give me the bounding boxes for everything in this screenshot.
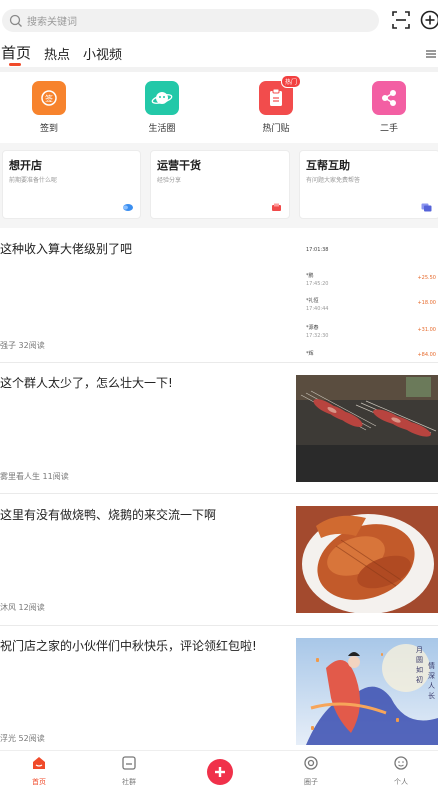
bubble-icon — [123, 204, 133, 211]
ledger-name: *源春 — [306, 325, 319, 331]
profile-icon — [394, 756, 408, 770]
svg-text:圆: 圆 — [416, 656, 423, 664]
ledger-name: *礼恒 — [306, 298, 319, 304]
post-meta: 强子 32阅读 — [0, 341, 45, 350]
search-bar[interactable]: 搜索关键词 — [2, 9, 379, 32]
card-title: 想开店 — [9, 159, 42, 172]
ledger-time: 17:01:38 — [306, 247, 329, 253]
svg-text:深: 深 — [428, 671, 435, 680]
feed-post[interactable]: 这里有没有做烧鸭、烧鹅的来交流一下啊 沐风 12阅读 — [0, 494, 438, 626]
card-mutual-help[interactable]: 互帮互助 有问题大家免费帮答 — [299, 150, 438, 219]
channel-tabs: 首页 热点 小视频 — [0, 40, 438, 68]
post-thumbnail-ledger: 17:01:38 *鹏 17:45:20 +25.50 *礼恒 17:40:44… — [302, 241, 438, 358]
svg-text:签: 签 — [45, 94, 53, 104]
svg-text:初: 初 — [416, 675, 423, 684]
nav-community[interactable]: 社群 — [104, 755, 154, 786]
category-label: 二手 — [379, 124, 398, 134]
search-placeholder: 搜索关键词 — [27, 17, 77, 28]
post-thumbnail-roast-duck — [296, 506, 438, 613]
ledger-time: 17:32:30 — [306, 333, 329, 339]
svg-text:如: 如 — [416, 665, 423, 674]
post-meta: 雾里看人生 11阅读 — [0, 472, 69, 481]
svg-text:长: 长 — [428, 691, 435, 700]
nav-label: 社群 — [122, 778, 136, 786]
community-icon — [122, 756, 136, 770]
share-nodes-icon — [372, 81, 406, 115]
ledger-name: *鹏 — [306, 273, 314, 279]
post-title: 这里有没有做烧鸭、烧鹅的来交流一下啊 — [0, 508, 217, 522]
circle-icon — [304, 756, 318, 770]
category-label: 热门贴 — [262, 124, 290, 134]
category-hot-posts[interactable]: 热门 热门贴 — [241, 75, 311, 134]
card-title: 互帮互助 — [306, 159, 350, 172]
card-title: 运营干货 — [157, 159, 201, 172]
card-open-store[interactable]: 想开店 前期要准备什么呢 — [2, 150, 141, 219]
svg-text:人: 人 — [428, 682, 435, 690]
post-title: 这个群人太少了，怎么壮大一下! — [0, 376, 173, 390]
tab-short-video[interactable]: 小视频 — [83, 44, 122, 63]
category-checkin[interactable]: 签 签到 — [14, 81, 84, 134]
card-icon — [272, 203, 281, 211]
card-subtitle: 经验分享 — [157, 177, 182, 184]
category-grid: 签 签到 生活圈 热门 热门贴 二手 — [0, 73, 438, 138]
add-circle-icon[interactable] — [420, 10, 438, 30]
menu-icon[interactable] — [425, 48, 437, 60]
checkin-icon: 签 — [32, 81, 66, 115]
chat-icon — [421, 203, 432, 212]
nav-home[interactable]: 首页 — [14, 755, 64, 786]
category-life-circle[interactable]: 生活圈 — [127, 81, 197, 134]
post-thumbnail-mid-autumn: 月圆如初 情深人长 — [296, 638, 438, 745]
card-subtitle: 前期要准备什么呢 — [9, 177, 58, 184]
feed-post[interactable]: 这个群人太少了，怎么壮大一下! 雾里看人生 11阅读 — [0, 363, 438, 494]
post-title: 祝门店之家的小伙伴们中秋快乐，评论领红包啦! — [0, 639, 257, 653]
active-tab-indicator — [9, 63, 21, 66]
hot-badge: 热门 — [280, 75, 301, 88]
ledger-name: *辉 — [306, 351, 314, 357]
nav-circle[interactable]: 圈子 — [286, 755, 336, 786]
post-meta: 浮光 52阅读 — [0, 734, 45, 743]
add-post-button[interactable] — [207, 759, 233, 785]
category-label: 签到 — [39, 124, 58, 134]
ledger-time: 17:40:44 — [306, 306, 329, 312]
category-label: 生活圈 — [148, 124, 176, 134]
nav-label: 首页 — [32, 778, 46, 786]
add-icon — [215, 767, 225, 777]
card-operations[interactable]: 运营干货 经验分享 — [150, 150, 290, 219]
nav-label: 个人 — [394, 778, 408, 786]
search-icon — [9, 14, 22, 27]
svg-text:月: 月 — [416, 646, 423, 654]
svg-text:情: 情 — [428, 661, 435, 670]
ledger-amount: +84.00 — [417, 352, 436, 358]
post-title: 这种收入算大佬级别了吧 — [0, 242, 133, 256]
post-meta: 沐风 12阅读 — [0, 603, 45, 612]
scan-icon[interactable] — [392, 11, 410, 29]
card-subtitle: 有问题大家免费帮答 — [306, 177, 361, 184]
ledger-amount: +18.00 — [417, 300, 436, 306]
ledger-time: 17:45:20 — [306, 281, 329, 287]
feed-post[interactable]: 祝门店之家的小伙伴们中秋快乐，评论领红包啦! 浮光 52阅读 月圆如初 情深人长 — [0, 626, 438, 750]
tab-home[interactable]: 首页 — [1, 42, 31, 63]
divider — [0, 67, 438, 72]
feature-cards: 想开店 前期要准备什么呢 运营干货 经验分享 互帮互助 有问题大家免费帮答 — [0, 143, 438, 228]
planet-icon — [145, 81, 179, 115]
category-second-hand[interactable]: 二手 — [354, 81, 424, 134]
bottom-nav: 首页 社群 圈子 个人 — [0, 750, 438, 786]
nav-label: 圈子 — [304, 778, 318, 786]
nav-profile[interactable]: 个人 — [376, 755, 426, 786]
top-bar: 搜索关键词 — [0, 0, 438, 40]
feed-post[interactable]: 这种收入算大佬级别了吧 强子 32阅读 17:01:38 *鹏 17:45:20… — [0, 231, 438, 363]
tab-hot[interactable]: 热点 — [44, 44, 70, 63]
ledger-amount: +31.00 — [417, 327, 436, 333]
ledger-amount: +25.50 — [417, 275, 436, 281]
post-thumbnail-bbq — [296, 375, 438, 482]
hot-post-icon: 热门 — [259, 75, 301, 115]
home-icon — [33, 757, 45, 769]
